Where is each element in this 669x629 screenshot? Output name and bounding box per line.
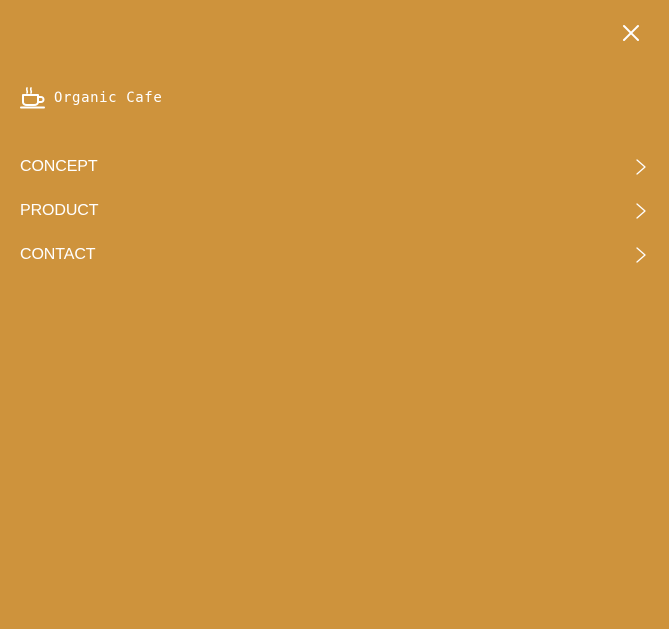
brand-logo-link[interactable]: Organic Cafe	[20, 86, 162, 110]
main-navigation: CONCEPT PRODUCT CONTACT	[20, 145, 649, 277]
coffee-cup-icon	[20, 87, 46, 109]
chevron-right-icon	[634, 202, 648, 220]
chevron-right-icon	[634, 246, 648, 264]
chevron-right-icon	[634, 158, 648, 176]
mobile-menu-panel: Organic Cafe CONCEPT PRODUCT CONTACT	[0, 0, 669, 629]
nav-item-concept[interactable]: CONCEPT	[20, 145, 649, 189]
close-button[interactable]	[617, 19, 645, 47]
brand-name: Organic Cafe	[54, 90, 163, 106]
nav-item-label: PRODUCT	[20, 202, 99, 219]
nav-item-label: CONCEPT	[20, 158, 98, 175]
nav-item-contact[interactable]: CONTACT	[20, 233, 649, 277]
close-icon	[623, 25, 639, 41]
nav-item-label: CONTACT	[20, 246, 96, 263]
nav-item-product[interactable]: PRODUCT	[20, 189, 649, 233]
